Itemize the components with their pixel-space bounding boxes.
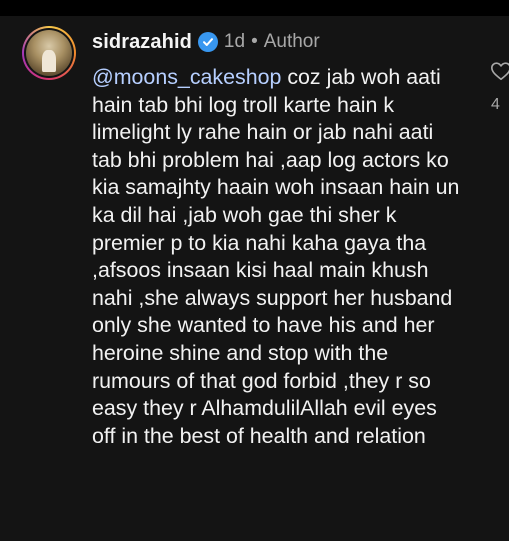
heart-outline-icon[interactable] xyxy=(490,60,509,82)
like-count: 4 xyxy=(491,96,500,113)
avatar-photo xyxy=(26,30,72,76)
avatar[interactable] xyxy=(22,26,76,80)
top-bar xyxy=(0,0,509,16)
author-label: Author xyxy=(263,31,320,52)
username[interactable]: sidrazahid xyxy=(92,31,192,54)
mention-link[interactable]: @moons_cakeshop xyxy=(92,65,281,89)
comment-body: coz jab woh aati hain tab bhi log troll … xyxy=(92,65,460,448)
comment-text: @moons_cakeshop coz jab woh aati hain ta… xyxy=(92,64,464,450)
comment-header: sidrazahid 1d • Author xyxy=(92,29,320,55)
comment-time: 1d xyxy=(223,31,246,52)
verified-badge-icon xyxy=(197,32,218,52)
avatar-ring xyxy=(24,28,74,78)
meta-separator: • xyxy=(251,31,258,52)
